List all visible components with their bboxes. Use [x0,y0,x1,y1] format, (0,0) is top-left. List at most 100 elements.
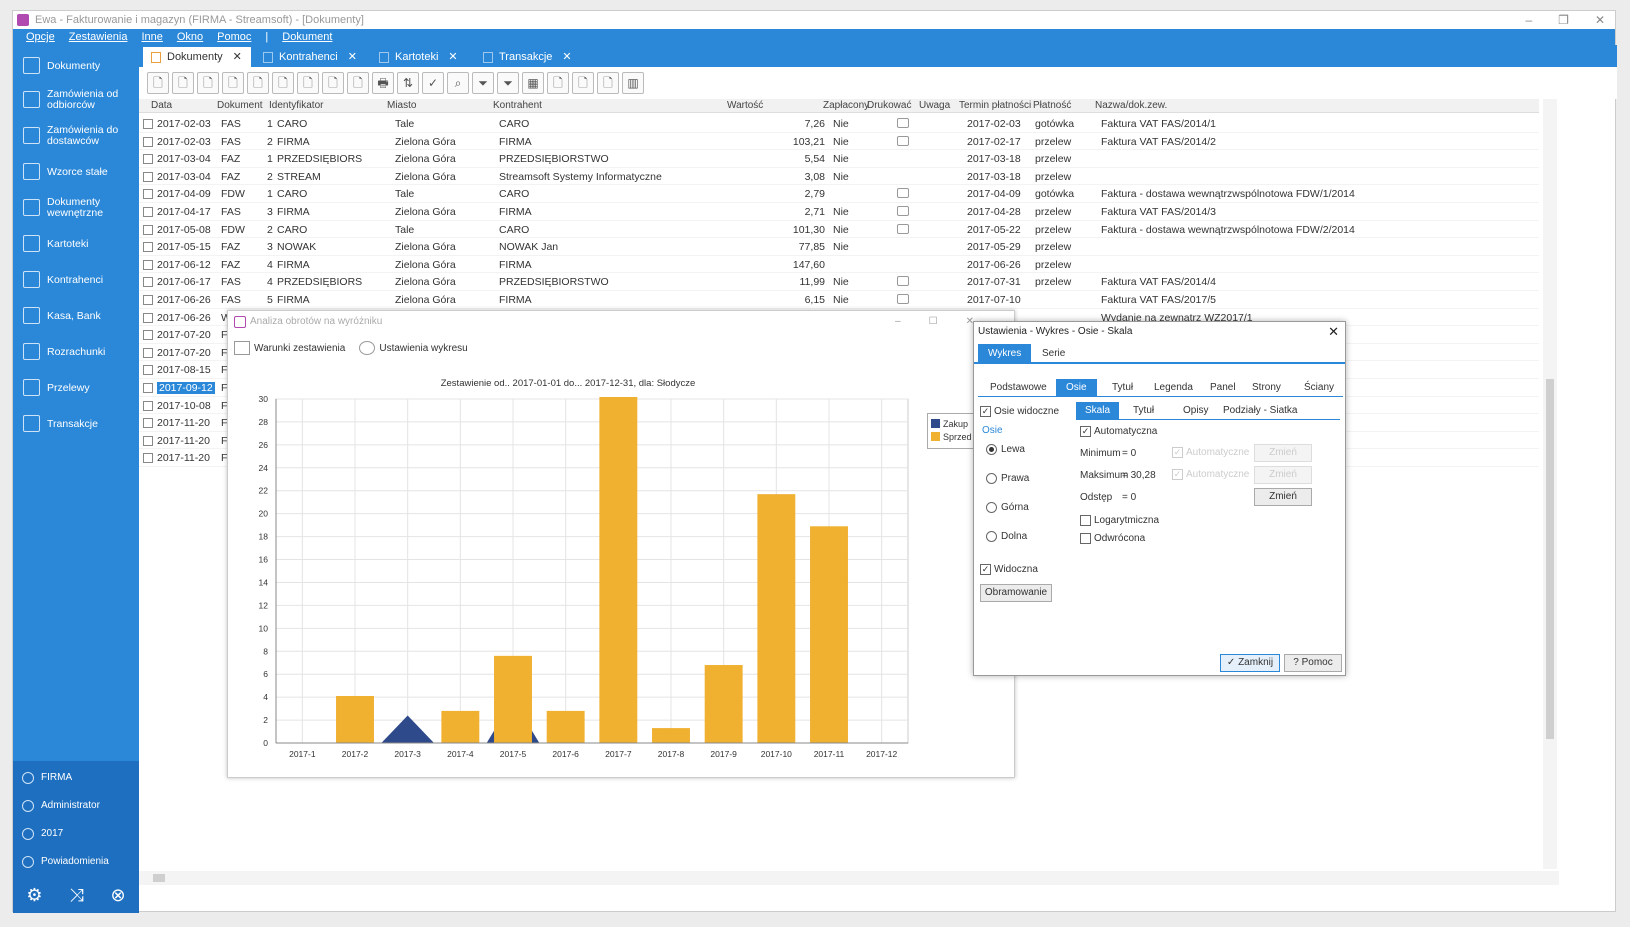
table-row[interactable]: 2017-06-12 FAZ 4 FIRMA Zielona Góra FIRMA 147,… [139,256,1539,274]
min-auto-checkbox[interactable]: ✓ Automatyczne [1172,447,1249,458]
col-uwaga[interactable]: Uwaga [919,100,950,111]
toolbar-button-icon[interactable]: 🗋 [547,72,569,94]
row-checkbox[interactable] [143,119,153,129]
row-checkbox[interactable] [143,259,153,270]
step-change-button[interactable]: Zmień [1254,488,1312,506]
row-checkbox[interactable] [143,435,153,446]
sidebar-item-0[interactable]: Dokumenty [13,49,139,83]
axis-gorna-radio[interactable]: Górna [986,502,1029,513]
tab-close-icon[interactable]: ✕ [562,51,571,63]
menu-okno[interactable]: Okno [170,29,210,45]
toolbar-button-icon[interactable]: 🖶 [372,72,394,94]
toolbar-button-icon[interactable]: 🗋 [322,72,344,94]
col-dokument[interactable]: Dokument [217,100,263,111]
row-checkbox[interactable] [143,453,153,464]
menu-zestawienia[interactable]: Zestawienia [62,29,135,45]
row-checkbox[interactable] [143,242,153,253]
tab-podstawowe[interactable]: Podstawowe [980,379,1057,397]
table-row[interactable]: 2017-04-17 FAS 3 FIRMA Zielona Góra FIRMA 2,71… [139,203,1539,221]
automatic-checkbox[interactable]: ✓ Automatyczna [1080,426,1157,437]
col-kontrahent[interactable]: Kontrahent [493,100,542,111]
sidebar-bottom-3[interactable]: Powiadomienia [13,849,139,875]
tab-skala[interactable]: Skala [1076,402,1120,420]
exit-icon[interactable]: ⊗ [111,885,126,906]
toolbar-button-icon[interactable]: ✓ [422,72,444,94]
table-row[interactable]: 2017-04-09 FDW 1 CARO Tale CARO 2,79 2017-04-09… [139,185,1539,203]
sidebar-item-2[interactable]: Zamówienia do dostawców [13,119,139,153]
table-row[interactable]: 2017-03-04 FAZ 2 STREAM Zielona Góra Streamso… [139,168,1539,186]
col-nazwa[interactable]: Nazwa/dok.zew. [1095,100,1167,111]
vertical-scrollbar[interactable] [1543,99,1557,869]
col-platnosc[interactable]: Płatność [1033,100,1071,111]
toolbar-button-icon[interactable]: ▦ [522,72,544,94]
table-row[interactable]: 2017-06-26 FAS 5 FIRMA Zielona Góra FIRMA 6,15… [139,291,1539,309]
sidebar-item-8[interactable]: Rozrachunki [13,335,139,369]
help-button[interactable]: ? Pomoc [1284,654,1342,672]
osie-visible-checkbox[interactable]: ✓ Osie widoczne [980,406,1059,417]
toolbar-button-icon[interactable]: 🗋 [297,72,319,94]
row-checkbox[interactable] [143,224,153,235]
menu-dokument[interactable]: Dokument [275,29,339,45]
toolbar-button-icon[interactable]: 🗋 [572,72,594,94]
tab-wykres[interactable]: Wykres [978,344,1032,364]
menu-pomoc[interactable]: Pomoc [210,29,258,45]
logarithmic-checkbox[interactable]: Logarytmiczna [1080,515,1159,526]
visible-checkbox[interactable]: ✓ Widoczna [980,564,1038,575]
scroll-thumb[interactable] [153,874,165,882]
row-checkbox[interactable] [143,400,153,411]
sidebar-item-7[interactable]: Kasa, Bank [13,299,139,333]
toolbar-button-icon[interactable]: ▥ [622,72,644,94]
sidebar-bottom-2[interactable]: 2017 [13,821,139,847]
tab-close-icon[interactable]: ✕ [348,51,357,63]
row-checkbox[interactable] [143,154,153,165]
tab-kontrahenci[interactable]: Kontrahenci ✕ [255,47,367,67]
axis-dolna-radio[interactable]: Dolna [986,531,1027,542]
sidebar-item-1[interactable]: Zamówienia od odbiorców [13,83,139,117]
row-checkbox[interactable] [143,295,153,305]
row-checkbox[interactable] [143,312,153,323]
toolbar-button-icon[interactable]: 🗋 [222,72,244,94]
sidebar-item-4[interactable]: Dokumenty wewnętrzne [13,191,139,225]
row-checkbox[interactable] [143,207,153,217]
table-row[interactable]: 2017-03-04 FAZ 1 PRZEDSIĘBIORS Zielona Góra P… [139,150,1539,168]
border-button[interactable]: Obramowanie [980,584,1052,602]
shuffle-icon[interactable]: ⤨ [69,885,83,906]
tab-osie[interactable]: Osie [1056,379,1097,397]
sidebar-bottom-1[interactable]: Administrator [13,793,139,819]
toolbar-button-icon[interactable]: 🗋 [272,72,294,94]
col-miasto[interactable]: Miasto [387,100,416,111]
col-termin[interactable]: Termin płatności [959,100,1031,111]
scroll-thumb[interactable] [1546,379,1554,739]
close-icon[interactable]: ✕ [1328,322,1339,342]
sidebar-item-10[interactable]: Transakcje [13,407,139,441]
tab-close-icon[interactable]: ✕ [233,51,242,63]
tab-legenda[interactable]: Legenda [1144,379,1203,397]
axis-prawa-radio[interactable]: Prawa [986,473,1029,484]
row-checkbox[interactable] [143,383,153,393]
col-wartosc[interactable]: Wartość [727,100,763,111]
close-button[interactable]: ✕ [1595,11,1605,29]
tab-sciany[interactable]: Ściany [1294,379,1344,397]
toolbar-button-icon[interactable]: ⌕ [447,72,469,94]
settings-gear-icon[interactable]: ⚙ [26,885,42,906]
menu-inne[interactable]: Inne [134,29,169,45]
axis-lewa-radio[interactable]: Lewa [986,444,1025,455]
toolbar-button-icon[interactable]: 🗋 [197,72,219,94]
row-checkbox[interactable] [143,330,153,341]
row-checkbox[interactable] [143,171,153,182]
row-checkbox[interactable] [143,347,153,358]
close-dialog-button[interactable]: ✓ Zamknij [1220,654,1280,672]
toolbar-button-icon[interactable]: 🗋 [147,72,169,94]
toolbar-button-icon[interactable]: 🗋 [247,72,269,94]
row-checkbox[interactable] [143,189,153,200]
col-identyfikator[interactable]: Identyfikator [269,100,323,111]
sidebar-item-6[interactable]: Kontrahenci [13,263,139,297]
restore-button[interactable]: ❐ [1558,11,1569,29]
tab-axis-tytul[interactable]: Tytuł [1124,402,1163,420]
table-row[interactable]: 2017-05-15 FAZ 3 NOWAK Zielona Góra NOWAK Jan… [139,238,1539,256]
row-checkbox[interactable] [143,136,153,147]
max-change-button[interactable]: Zmień [1254,466,1312,484]
horizontal-scrollbar[interactable] [139,871,1559,885]
minimize-button[interactable]: – [1525,11,1532,29]
sidebar-item-5[interactable]: Kartoteki [13,227,139,261]
